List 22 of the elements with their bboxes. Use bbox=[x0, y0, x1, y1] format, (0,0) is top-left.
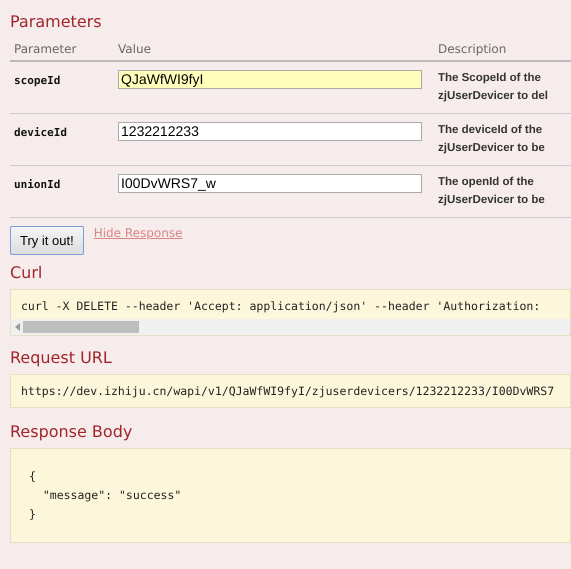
section-title: Request URL bbox=[10, 347, 113, 369]
curl-command: curl -X DELETE --header 'Accept: application/json' --header 'Authorization: bbox=[20, 298, 542, 315]
horizontal-scrollbar[interactable] bbox=[11, 319, 570, 335]
parameter-name: unionId bbox=[14, 178, 60, 191]
parameter-name: scopeId bbox=[14, 74, 60, 87]
try-it-out-button[interactable]: Try it out! bbox=[10, 226, 84, 255]
parameter-description: The ScopeId of the zjUserDevicer to del bbox=[438, 71, 549, 104]
section-title: Curl bbox=[10, 263, 44, 284]
section-title: Parameters bbox=[10, 11, 103, 33]
parameter-description: The deviceId of the zjUserDevicer to be bbox=[438, 123, 546, 156]
value-input[interactable]: 1232212233 bbox=[118, 122, 422, 140]
request-url: https://dev.izhiju.cn/wapi/v1/QJaWfWI9fyI/zjuserdevicers/1232212233/I00DvWRS7 bbox=[20, 383, 556, 400]
value-input[interactable]: I00DvWRS7_w bbox=[118, 174, 422, 192]
section-title: Response Body bbox=[10, 421, 134, 443]
scroll-left-icon[interactable] bbox=[15, 323, 21, 331]
response-json: { "message": "success" } bbox=[28, 468, 182, 523]
parameter-description: The openId of the zjUserDevicer to be bbox=[438, 175, 546, 208]
column-header: Parameter bbox=[10, 38, 114, 62]
column-header: Description bbox=[434, 38, 571, 62]
column-header: Value bbox=[114, 38, 434, 62]
parameter-name: deviceId bbox=[14, 126, 67, 139]
value-input[interactable]: QJaWfWI9fyI bbox=[118, 70, 422, 88]
